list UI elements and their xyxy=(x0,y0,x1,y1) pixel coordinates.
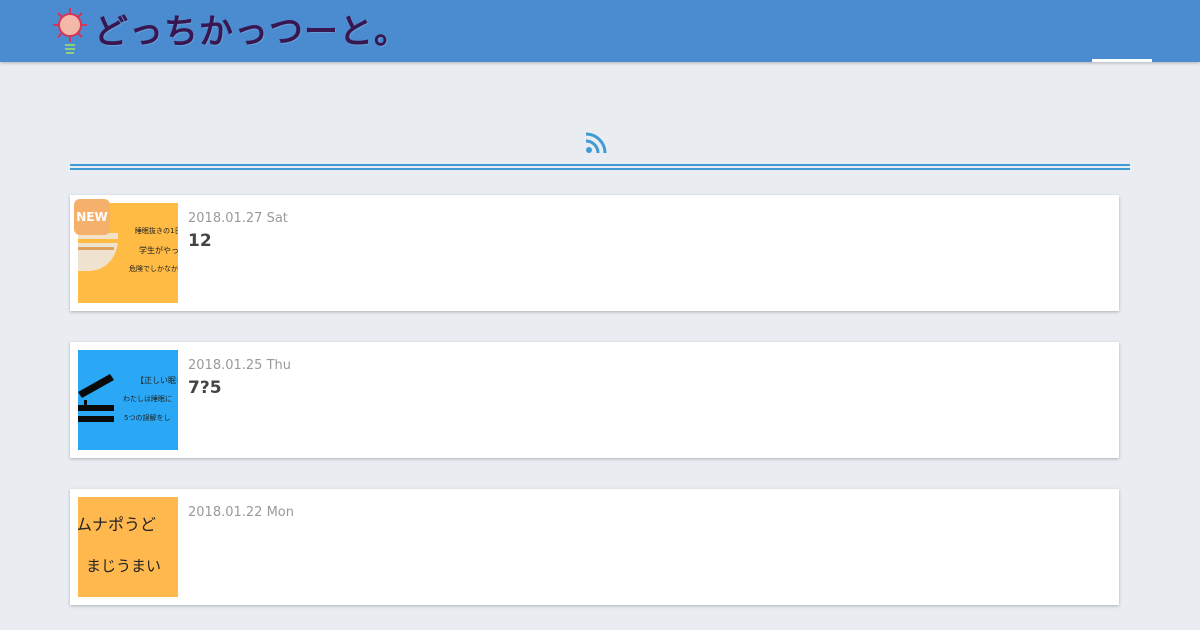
post-date: 2018.01.22 Mon xyxy=(188,505,294,520)
thumbnail-caption-line: まじうまい xyxy=(86,557,162,575)
thumbnail-caption-line: 睡眠抜きの1日 xyxy=(135,227,178,235)
thumbnail-caption-line: ムナポうど xyxy=(78,515,157,534)
thumbnail-caption-line: 危険でしかなか xyxy=(129,265,178,273)
new-badge: NEW xyxy=(74,199,110,235)
post-thumbnail[interactable]: 【正しい眠り わたしは睡眠に 5つの誤解をし xyxy=(78,350,178,450)
thumbnail-caption-line: わたしは睡眠に xyxy=(123,395,172,403)
post-date: 2018.01.25 Thu xyxy=(188,358,291,373)
thumbnail-caption-line: 学生がやって xyxy=(139,246,178,255)
sun-lightbulb-icon xyxy=(50,6,90,58)
post-title[interactable]: 7?5 xyxy=(188,378,222,398)
rss-icon[interactable] xyxy=(585,132,607,154)
section-divider xyxy=(70,164,1130,170)
post-title[interactable]: 12 xyxy=(188,231,212,251)
post-card[interactable]: ムナポうど まじうまい 2018.01.22 Mon xyxy=(70,489,1119,605)
post-thumbnail[interactable]: ムナポうど まじうまい xyxy=(78,497,178,597)
nav-active-indicator xyxy=(1092,59,1152,62)
thumbnail-caption-line: 5つの誤解をし xyxy=(124,414,171,422)
post-card[interactable]: 【正しい眠り わたしは睡眠に 5つの誤解をし 2018.01.25 Thu 7?… xyxy=(70,342,1119,458)
site-title: どっちかっつーと。 xyxy=(94,12,409,52)
site-logo[interactable]: どっちかっつーと。 xyxy=(50,6,409,58)
post-date: 2018.01.27 Sat xyxy=(188,211,288,226)
post-card[interactable]: 睡眠抜きの1日 学生がやって 危険でしかなか NEW 2018.01.27 Sa… xyxy=(70,195,1119,311)
site-header: どっちかっつーと。 xyxy=(0,0,1200,62)
thumbnail-caption-line: 【正しい眠り xyxy=(136,376,178,385)
